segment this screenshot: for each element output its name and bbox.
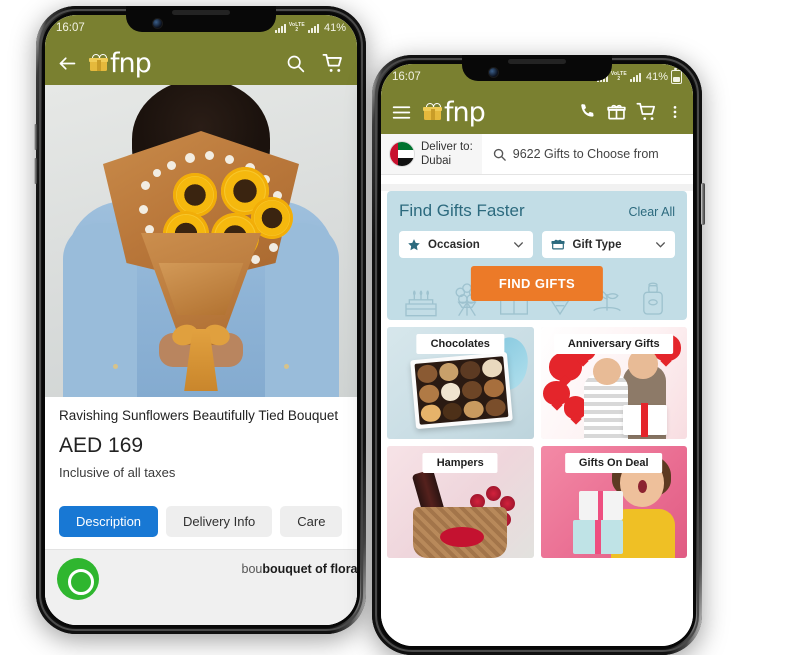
product-tabs: Description Delivery Info Care	[45, 505, 357, 537]
tab-care[interactable]: Care	[280, 505, 343, 537]
brand-wordmark: fnp	[444, 96, 486, 128]
volte2-icon: VoLTE 2	[288, 22, 305, 33]
search-placeholder-text: 9622 Gifts to Choose from	[512, 147, 659, 162]
chevron-down-icon	[513, 242, 523, 248]
category-card-anniversary-gifts[interactable]: Anniversary Gifts	[540, 327, 687, 440]
product-tax-note: Inclusive of all taxes	[59, 464, 176, 480]
fnp-logo[interactable]: fnp	[423, 96, 486, 128]
tab-delivery-info[interactable]: Delivery Info	[166, 505, 273, 537]
signal-bars-2-icon	[307, 23, 319, 33]
category-card-chocolates[interactable]: Chocolates	[387, 327, 534, 440]
card-caption: Gifts On Deal	[564, 453, 663, 474]
product-info: Ravishing Sunflowers Beautifully Tied Bo…	[45, 397, 357, 480]
left-phone-screen: 16:07 VoLTE1 VoLTE2 41%	[45, 15, 357, 625]
clear-all-link[interactable]: Clear All	[628, 205, 675, 219]
cart-icon[interactable]	[636, 101, 658, 123]
category-card-gifts-on-deal[interactable]: Gifts On Deal	[540, 446, 687, 559]
description-text: boubouquet of floral	[242, 562, 357, 576]
volume-up-button[interactable]	[34, 124, 37, 150]
location-search-bar: Deliver to: Dubai 9622 Gifts to Choose f…	[381, 134, 693, 176]
right-phone-notch	[462, 55, 612, 81]
search-icon[interactable]	[285, 53, 306, 74]
cart-icon[interactable]	[322, 52, 345, 75]
tab-description[interactable]: Description	[59, 505, 159, 537]
gift-type-label: Gift Type	[572, 238, 622, 251]
product-title: Ravishing Sunflowers Beautifully Tied Bo…	[59, 408, 339, 423]
occasion-label: Occasion	[428, 238, 480, 251]
product-price: AED 169	[59, 433, 144, 457]
fnp-logo[interactable]: fnp	[89, 47, 152, 79]
deliver-to-label: Deliver to:	[421, 141, 473, 153]
deliver-to-selector[interactable]: Deliver to: Dubai	[381, 134, 482, 175]
find-gifts-faster-panel: Find Gifts Faster Clear All Occasion Gif…	[387, 191, 687, 321]
chevron-down-icon	[656, 242, 665, 248]
front-camera-icon	[488, 67, 499, 78]
left-battery-percent: 41%	[323, 22, 346, 34]
star-icon	[408, 238, 420, 250]
search-input[interactable]: 9622 Gifts to Choose from	[481, 134, 693, 175]
cake-icon	[405, 290, 437, 317]
right-battery-percent: 41%	[645, 71, 668, 83]
card-caption: Anniversary Gifts	[553, 334, 674, 355]
left-status-time: 16:07	[56, 22, 85, 34]
brand-wordmark: fnp	[110, 47, 152, 79]
right-phone-screen: 16:07 VoLTE1 VoLTE2 41%	[381, 64, 693, 646]
phone-icon[interactable]	[577, 102, 597, 122]
right-app-bar: fnp	[381, 90, 693, 134]
earpiece-speaker	[508, 59, 566, 64]
right-phone-device: 16:07 VoLTE1 VoLTE2 41%	[372, 55, 705, 655]
occasion-select[interactable]: Occasion	[399, 231, 533, 259]
content-gap-divider	[381, 184, 693, 192]
deliver-to-city: Dubai	[421, 155, 452, 168]
volume-down-button[interactable]	[34, 158, 37, 184]
battery-icon	[671, 68, 682, 84]
product-hero-image[interactable]	[45, 85, 357, 397]
more-vertical-icon[interactable]	[667, 102, 683, 122]
find-gifts-button[interactable]: FIND GIFTS	[470, 266, 604, 302]
arrow-left-icon[interactable]	[57, 53, 78, 74]
gift-type-select[interactable]: Gift Type	[541, 231, 675, 259]
volte2-icon: VoLTE 2	[610, 71, 627, 82]
left-phone-device: 16:07 VoLTE1 VoLTE2 41%	[34, 6, 366, 634]
right-status-time: 16:07	[392, 71, 421, 83]
category-card-grid: Chocolates Anniversary Gifts Hampers Gif…	[381, 320, 693, 646]
card-caption: Hampers	[422, 453, 498, 474]
left-phone-notch	[126, 6, 276, 32]
signal-bars-1-icon	[274, 23, 286, 33]
gift-logo-icon	[89, 52, 109, 71]
description-section: boubouquet of floral	[45, 548, 357, 625]
power-button[interactable]	[701, 183, 705, 225]
content-gap-top	[381, 175, 693, 185]
gift-box-icon	[550, 239, 565, 250]
description-text-bold: bouquet of floral	[262, 561, 357, 576]
front-camera-icon	[152, 18, 163, 29]
uae-flag-icon	[390, 142, 414, 167]
search-icon	[493, 148, 506, 161]
signal-bars-2-icon	[629, 72, 641, 82]
screenshot-stage: 16:07 VoLTE1 VoLTE2 41%	[0, 0, 789, 655]
earpiece-speaker	[172, 10, 230, 15]
category-card-hampers[interactable]: Hampers	[387, 446, 534, 559]
card-caption: Chocolates	[416, 334, 504, 355]
gift-logo-icon	[423, 101, 443, 120]
gift-icon[interactable]	[606, 102, 627, 123]
perfume-icon	[643, 282, 663, 315]
hamburger-menu-icon[interactable]	[391, 102, 412, 123]
find-panel-title: Find Gifts Faster	[399, 201, 525, 221]
whatsapp-icon[interactable]	[57, 557, 99, 600]
left-app-bar: fnp	[45, 41, 357, 85]
